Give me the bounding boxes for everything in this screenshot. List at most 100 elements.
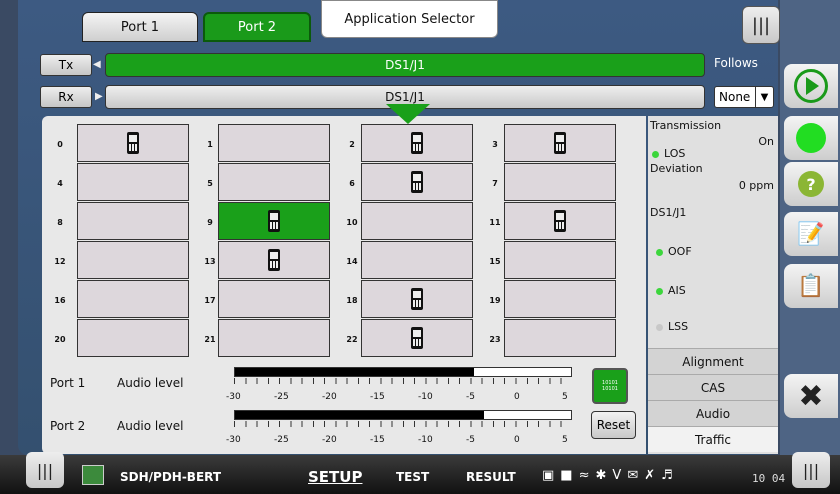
phone-icon xyxy=(411,327,423,349)
follows-select[interactable]: None ▼ xyxy=(714,86,774,108)
phone-icon xyxy=(127,132,139,154)
scale-tick-label: -10 xyxy=(418,392,433,402)
app-name: SDH/PDH-BERT xyxy=(120,470,222,484)
audio-level-fill-port1 xyxy=(235,368,474,376)
phone-icon xyxy=(411,132,423,154)
scale-tick-label: -15 xyxy=(370,392,385,402)
timeslot-cell[interactable] xyxy=(504,202,616,240)
los-led-icon xyxy=(652,150,659,158)
timeslot-cell[interactable] xyxy=(218,280,330,318)
slot-number: 2 xyxy=(349,140,355,149)
timeslot-cell[interactable] xyxy=(361,124,473,162)
timeslot-cell[interactable] xyxy=(218,124,330,162)
timeslot-cell[interactable] xyxy=(218,202,330,240)
help-button[interactable]: ? xyxy=(784,162,838,206)
slot-number: 19 xyxy=(489,296,501,305)
timeslot-cell[interactable] xyxy=(77,202,189,240)
timeslot-cell[interactable] xyxy=(361,202,473,240)
notes-icon: 📋 xyxy=(797,273,825,299)
oof-led-icon xyxy=(656,248,663,256)
top-menu-icon[interactable]: ||| xyxy=(742,6,780,44)
test-status-button[interactable] xyxy=(784,116,838,160)
transmission-label: Transmission xyxy=(650,119,722,132)
slot-number: 12 xyxy=(54,257,66,266)
phone-icon xyxy=(268,210,280,232)
timeslot-cell[interactable] xyxy=(504,241,616,279)
slot-number: 6 xyxy=(349,179,355,188)
deviation-value: 0 ppm xyxy=(738,179,774,192)
reset-button[interactable]: Reset xyxy=(591,411,636,439)
slot-number: 8 xyxy=(57,218,63,227)
selection-pointer-icon xyxy=(386,104,430,124)
bottom-left-menu-icon[interactable]: ||| xyxy=(26,452,64,488)
tx-button[interactable]: Tx xyxy=(40,54,92,76)
oof-status: OOF xyxy=(656,245,692,258)
scale-tick-label: 5 xyxy=(562,392,568,402)
audio-level-meter-port1 xyxy=(234,367,572,377)
timeslot-cell[interactable] xyxy=(361,280,473,318)
slot-number: 23 xyxy=(489,335,501,344)
exit-button[interactable]: ✖ xyxy=(784,374,838,418)
tab-audio[interactable]: Audio xyxy=(648,400,778,426)
slot-number: 22 xyxy=(346,335,358,344)
phone-icon xyxy=(411,288,423,310)
scale-tick-label: -5 xyxy=(466,435,475,445)
timeslot-cell[interactable] xyxy=(77,280,189,318)
timeslot-cell[interactable] xyxy=(361,163,473,201)
scale-tick-label: 5 xyxy=(562,435,568,445)
timeslot-cell[interactable] xyxy=(504,163,616,201)
timeslot-cell[interactable] xyxy=(504,280,616,318)
audio-level1-label: Audio level xyxy=(117,376,184,390)
timeslot-cell[interactable] xyxy=(218,319,330,357)
timeslot-cell[interactable] xyxy=(77,163,189,201)
help-icon: ? xyxy=(798,171,824,197)
slot-number: 4 xyxy=(57,179,63,188)
timeslot-cell[interactable] xyxy=(361,241,473,279)
report-button[interactable]: 📝 xyxy=(784,212,838,256)
tx-signal-bar[interactable]: DS1/J1 xyxy=(105,53,705,77)
tab-test[interactable]: TEST xyxy=(396,470,429,484)
transmission-value: On xyxy=(758,135,774,148)
timeslot-cell[interactable] xyxy=(77,319,189,357)
binary-pattern-button[interactable]: 10101 10101 xyxy=(592,368,628,404)
rx-button[interactable]: Rx xyxy=(40,86,92,108)
slot-number: 0 xyxy=(57,140,63,149)
timeslot-cell[interactable] xyxy=(77,241,189,279)
ais-led-icon xyxy=(656,287,663,295)
tab-result[interactable]: RESULT xyxy=(466,470,516,484)
app-window: Port 1 Port 2 Application Selector ||| T… xyxy=(0,0,840,494)
timeslot-cell[interactable] xyxy=(218,163,330,201)
tab-setup[interactable]: SETUP xyxy=(308,468,362,486)
timeslot-cell[interactable] xyxy=(504,124,616,162)
ds1-label: DS1/J1 xyxy=(650,206,687,219)
audio-level-fill-port2 xyxy=(235,411,484,419)
scale-tick-label: -25 xyxy=(274,392,289,402)
bottom-right-menu-icon[interactable]: ||| xyxy=(792,452,830,488)
tab-alignment[interactable]: Alignment xyxy=(648,348,778,374)
tab-port1[interactable]: Port 1 xyxy=(82,12,198,42)
notes-button[interactable]: 📋 xyxy=(784,264,838,308)
slot-number: 9 xyxy=(207,218,213,227)
timeslot-cell[interactable] xyxy=(504,319,616,357)
slot-number: 1 xyxy=(207,140,213,149)
start-test-button[interactable] xyxy=(784,64,838,108)
lss-label: LSS xyxy=(668,320,689,333)
phone-icon xyxy=(554,210,566,232)
phone-icon xyxy=(554,132,566,154)
timeslot-cell[interactable] xyxy=(77,124,189,162)
scale-tick-label: -15 xyxy=(370,435,385,445)
tab-cas[interactable]: CAS xyxy=(648,374,778,400)
slot-number: 13 xyxy=(204,257,216,266)
application-selector-tab[interactable]: Application Selector xyxy=(321,0,498,38)
timeslot-cell[interactable] xyxy=(218,241,330,279)
ais-status: AIS xyxy=(656,284,686,297)
bluetooth-icon: ✱ xyxy=(595,468,607,483)
follows-label: Follows xyxy=(714,56,758,70)
audio-port2-label: Port 2 xyxy=(50,419,86,433)
timeslot-cell[interactable] xyxy=(361,319,473,357)
oof-label: OOF xyxy=(668,245,692,258)
lss-status: LSS xyxy=(656,320,688,333)
tab-port2[interactable]: Port 2 xyxy=(203,12,311,42)
tab-traffic[interactable]: Traffic xyxy=(648,426,778,452)
follows-select-value: None xyxy=(719,90,751,104)
